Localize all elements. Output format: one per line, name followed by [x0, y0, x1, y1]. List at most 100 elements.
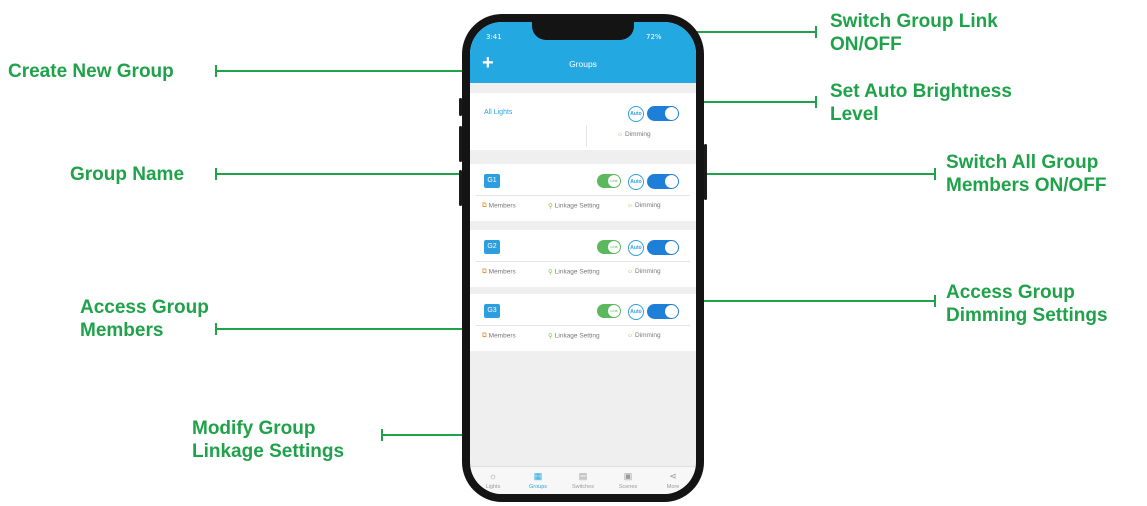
callout-access-dimming: Access Group Dimming Settings — [946, 281, 1108, 327]
phone-screen: 3:41 72% + Groups All Lights Auto ☼ Dimmi… — [470, 22, 696, 494]
tab-more[interactable]: ⋖ More — [653, 471, 693, 490]
members-label: Members — [488, 268, 516, 276]
callout-line-2: Members — [80, 320, 164, 341]
group-link-toggle[interactable]: Link — [597, 304, 621, 318]
group-card-g2: G2 Link Auto ⧉ Members ⚲ Linkage Setting ☼… — [470, 230, 696, 287]
auto-brightness-button[interactable]: Auto — [628, 240, 644, 256]
tab-label: More — [666, 484, 680, 490]
group-members-button[interactable]: ⧉ Members — [482, 332, 516, 340]
group-power-toggle[interactable] — [647, 240, 679, 255]
phone-volume-down — [459, 170, 462, 206]
divider — [586, 125, 587, 147]
members-label: Members — [488, 202, 516, 210]
auto-brightness-button[interactable]: Auto — [628, 174, 644, 190]
groups-icon: ▦ — [533, 471, 543, 481]
divider — [476, 325, 690, 326]
phone-volume-up — [459, 126, 462, 162]
dimming-label: Dimming — [634, 202, 661, 210]
toggle-knob — [665, 175, 678, 188]
group-dimming-button[interactable]: ☼ Dimming — [627, 332, 661, 339]
group-members-button[interactable]: ⧉ Members — [482, 268, 516, 276]
members-icon: ⧉ — [482, 268, 487, 275]
callout-line-1: Modify Group — [192, 418, 316, 439]
callout-line-1: Access Group — [946, 282, 1075, 303]
group-name-badge[interactable]: G3 — [484, 304, 500, 318]
share-icon: ⋖ — [669, 471, 677, 481]
toggle-knob — [665, 305, 678, 318]
group-link-toggle[interactable]: Link — [597, 174, 621, 188]
group-power-toggle[interactable] — [647, 174, 679, 189]
linkage-label: Linkage Setting — [554, 202, 600, 210]
bulb-icon: ☼ — [627, 202, 633, 209]
tab-switches[interactable]: ▤ Switches — [563, 471, 603, 490]
tab-label: Scenes — [618, 484, 638, 490]
group-members-button[interactable]: ⧉ Members — [482, 202, 516, 210]
toggle-knob — [665, 107, 678, 120]
linkage-label: Linkage Setting — [554, 332, 600, 340]
tab-label: Groups — [528, 484, 548, 490]
dimming-label: Dimming — [634, 268, 661, 276]
all-lights-dimming[interactable]: ☼ Dimming — [617, 131, 651, 138]
callout-line-2: Linkage Settings — [192, 441, 345, 462]
members-icon: ⧉ — [482, 332, 487, 339]
link-icon: ⚲ — [548, 333, 553, 340]
bulb-icon: ☼ — [617, 131, 623, 138]
callout-line-1: Access Group — [80, 297, 209, 318]
callout-line-1: Set Auto Brightness — [830, 81, 1012, 102]
switch-icon: ▤ — [578, 471, 588, 481]
group-linkage-button[interactable]: ⚲ Linkage Setting — [548, 202, 600, 210]
auto-brightness-button[interactable]: Auto — [628, 304, 644, 320]
phone-side-button — [459, 98, 462, 116]
callout-line-2: Dimming Settings — [946, 305, 1108, 326]
callout-group-name: Group Name — [70, 164, 185, 185]
toggle-knob — [665, 241, 678, 254]
members-icon: ⧉ — [482, 202, 487, 209]
group-power-toggle[interactable] — [647, 304, 679, 319]
bulb-icon: ☼ — [627, 268, 633, 275]
phone-notch — [532, 22, 634, 40]
bulb-icon: ☼ — [488, 471, 498, 481]
auto-brightness-button[interactable]: Auto — [628, 106, 644, 122]
phone-power-button — [704, 144, 707, 200]
link-knob: Link — [608, 305, 620, 317]
link-knob: Link — [608, 241, 620, 253]
tab-label: Switches — [571, 484, 594, 490]
members-label: Members — [488, 332, 516, 340]
tab-label: Lights — [485, 484, 501, 490]
group-linkage-button[interactable]: ⚲ Linkage Setting — [548, 332, 600, 340]
status-battery: 72% — [646, 33, 662, 41]
tab-groups[interactable]: ▦ Groups — [518, 471, 558, 490]
phone-frame: 3:41 72% + Groups All Lights Auto ☼ Dimmi… — [459, 14, 707, 502]
group-name-badge[interactable]: G1 — [484, 174, 500, 188]
all-lights-power-toggle[interactable] — [647, 106, 679, 121]
group-name-badge[interactable]: G2 — [484, 240, 500, 254]
tab-scenes[interactable]: ▣ Scenes — [608, 471, 648, 490]
app-header: + Groups — [470, 48, 696, 83]
callout-switch-group-link: Switch Group Link ON/OFF — [830, 10, 998, 56]
callout-line-2: ON/OFF — [830, 34, 902, 55]
all-lights-label: All Lights — [484, 109, 513, 116]
group-link-toggle[interactable]: Link — [597, 240, 621, 254]
group-card-g1: G1 Link Auto ⧉ Members ⚲ Linkage Setting ☼… — [470, 164, 696, 221]
callout-line-1: Switch Group Link — [830, 11, 998, 32]
bottom-tab-bar: ☼ Lights ▦ Groups ▤ Switches ▣ Scenes ⋖ More — [470, 466, 696, 494]
all-lights-card: All Lights Auto ☼ Dimming — [470, 93, 696, 150]
callout-line-2: Level — [830, 104, 879, 125]
group-dimming-button[interactable]: ☼ Dimming — [627, 202, 661, 209]
dimming-label: Dimming — [634, 332, 661, 340]
linkage-label: Linkage Setting — [554, 268, 600, 276]
group-card-g3: G3 Link Auto ⧉ Members ⚲ Linkage Setting ☼… — [470, 294, 696, 351]
callout-line-1: Switch All Group — [946, 152, 1099, 173]
group-linkage-button[interactable]: ⚲ Linkage Setting — [548, 268, 600, 276]
scene-icon: ▣ — [623, 471, 633, 481]
link-icon: ⚲ — [548, 269, 553, 276]
tab-lights[interactable]: ☼ Lights — [473, 471, 513, 490]
callout-access-group-members: Access Group Members — [80, 296, 209, 342]
group-dimming-button[interactable]: ☼ Dimming — [627, 268, 661, 275]
bulb-icon: ☼ — [627, 332, 633, 339]
status-time: 3:41 — [486, 33, 502, 41]
callout-auto-brightness: Set Auto Brightness Level — [830, 80, 1012, 126]
callout-create-new-group: Create New Group — [8, 61, 174, 82]
divider — [476, 195, 690, 196]
link-knob: Link — [608, 175, 620, 187]
